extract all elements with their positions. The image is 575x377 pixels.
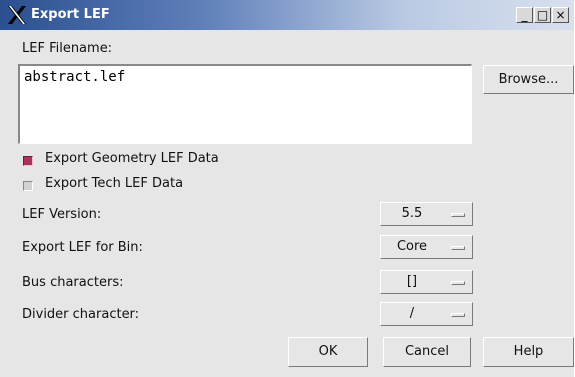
export-geometry-label: Export Geometry LEF Data bbox=[45, 151, 219, 166]
title-bar[interactable]: Export LEF _ □ × bbox=[0, 0, 574, 30]
divider-character-value: / bbox=[409, 306, 415, 321]
option-menu-indicator-icon bbox=[451, 213, 465, 217]
option-menu-indicator-icon bbox=[451, 281, 465, 285]
lef-version-value: 5.5 bbox=[401, 206, 423, 221]
ok-button[interactable]: OK bbox=[288, 337, 368, 367]
export-geometry-checkbox[interactable] bbox=[23, 156, 33, 166]
bus-characters-menu[interactable]: [] bbox=[380, 270, 473, 294]
export-tech-label: Export Tech LEF Data bbox=[45, 176, 184, 191]
option-menu-indicator-icon bbox=[451, 313, 465, 317]
lef-filename-label: LEF Filename: bbox=[22, 41, 113, 56]
bus-characters-label: Bus characters: bbox=[22, 275, 124, 290]
lef-version-label: LEF Version: bbox=[22, 207, 102, 222]
browse-button[interactable]: Browse... bbox=[483, 65, 574, 94]
cancel-button[interactable]: Cancel bbox=[383, 337, 471, 367]
option-menu-indicator-icon bbox=[451, 246, 465, 250]
lef-filename-field[interactable]: abstract.lef bbox=[18, 64, 472, 144]
export-bin-label: Export LEF for Bin: bbox=[22, 240, 143, 255]
x-logo-icon bbox=[8, 6, 26, 24]
help-button[interactable]: Help bbox=[483, 337, 574, 367]
bus-characters-value: [] bbox=[406, 274, 418, 289]
close-button[interactable]: × bbox=[552, 7, 569, 23]
lef-version-menu[interactable]: 5.5 bbox=[380, 202, 473, 226]
minimize-button[interactable]: _ bbox=[516, 7, 533, 23]
window-title: Export LEF bbox=[31, 7, 110, 22]
divider-character-menu[interactable]: / bbox=[380, 302, 473, 326]
export-lef-dialog: Export LEF _ □ × LEF Filename: abstract.… bbox=[0, 0, 574, 377]
divider-character-label: Divider character: bbox=[22, 307, 140, 322]
maximize-button[interactable]: □ bbox=[534, 7, 551, 23]
export-bin-value: Core bbox=[396, 239, 428, 254]
export-tech-checkbox[interactable] bbox=[23, 181, 33, 191]
export-bin-menu[interactable]: Core bbox=[380, 235, 473, 259]
